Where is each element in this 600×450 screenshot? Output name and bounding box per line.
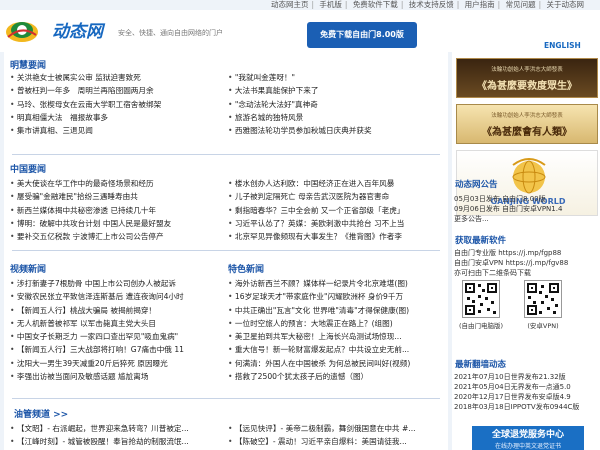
list-item[interactable]: 马玲、张楔母女在云南大学职工宿舍被绑架: [10, 98, 222, 111]
section-title-minghui: 明慧要闻: [10, 61, 47, 71]
bulletin-item[interactable]: 05月03日发布 自由门8.00版: [454, 194, 546, 204]
list-item[interactable]: 美卫星拍到共军大秘密！上海长兴岛测试场惊现...: [228, 330, 442, 343]
nav-home[interactable]: 动态网主页: [271, 0, 309, 9]
list-item[interactable]: 【江峰时刻】- 城管被殴醒！奉旨抢劫的制服流氓...: [10, 435, 222, 448]
china-list-left: 美大使谈在华工作中的最奇怪场景和经历 屡受骗"金融难民"拾纷三遇睡寿由共 新西兰…: [10, 177, 222, 243]
list-item[interactable]: 沈阳大一男生39天减重20斤后猝死 原因曝光: [10, 357, 222, 370]
list-item[interactable]: 【新闻五人行】桃战大骗局 被揭前揭穿！: [10, 304, 222, 317]
software-qr-hint: 亦可扫由下二维条码下载: [454, 269, 531, 277]
quit-party-service-banner[interactable]: 全球退党服务中心 在线办理中英文退党证书: [472, 426, 584, 450]
section-title-video: 视频新闻: [10, 265, 47, 275]
bulletin-item[interactable]: 09月06日发布 自由门安卓VPN1.4: [454, 204, 562, 214]
software-link-pro[interactable]: 自由门专业版 https://j.mp/fgp88: [454, 248, 561, 258]
nav-support[interactable]: 技术支持反馈: [409, 0, 454, 9]
list-item[interactable]: 西雅图法轮功学员参加秋城日庆典并获奖: [228, 124, 442, 137]
bulletin-title: 动态网公告: [455, 180, 498, 190]
list-item[interactable]: 北京罕见异像频现有大事发生？《推背图》作者李: [228, 230, 442, 243]
divider: [12, 398, 440, 399]
list-item[interactable]: 【新闻五人行】三大战部将打响！G7痛击中俄 11: [10, 343, 222, 356]
list-item[interactable]: 中共正确出"瓦言"文化 世界唯"清毒"才得保健康(图): [228, 304, 442, 317]
list-item[interactable]: 习近平认怂了？英媒：美欧刺激中共抢台 习不上当: [228, 217, 442, 230]
ganjing-globe-icon: [512, 158, 546, 194]
list-item[interactable]: 大法书果真能保护下来了: [228, 84, 442, 97]
youtube-list-right: 【远见快评】- 美帝二极制霸，舞剑俄国意在中共 #... 【陈破空】- 震动！习…: [228, 422, 442, 449]
list-item[interactable]: 屡受骗"金融难民"拾纷三遇睡寿由共: [10, 190, 222, 203]
list-item[interactable]: 无人机新普被祁军 以军击毙真主党大头目: [10, 317, 222, 330]
english-link[interactable]: ENGLISH: [544, 41, 581, 50]
youtube-channel-link[interactable]: 油管频道 >>: [14, 407, 68, 420]
list-item[interactable]: 安徽农民张立平致信泽连斯基后 遭连夜询问4小时: [10, 290, 222, 303]
list-item[interactable]: 涉打新妻子7根肋骨 中国上市公司创办人被起诉: [10, 277, 222, 290]
list-item[interactable]: 李强出访被当面问及敏感话题 尴尬离场: [10, 370, 222, 383]
feature-list: 海外访新西兰不顾？媒体样一纪录片令北京难堪(图) 16岁足球天才"带家庭作业"闪…: [228, 277, 442, 383]
list-item[interactable]: 【远见快评】- 美帝二极制霸，舞剑俄国意在中共 #...: [228, 422, 442, 435]
nav-faq[interactable]: 常见问题: [506, 0, 536, 9]
minghui-list-right: "我就叫金莲呀！" 大法书果真能保护下来了 "念动法轮大法好"真神奇 旅游名城的…: [228, 71, 442, 137]
video-list: 涉打新妻子7根肋骨 中国上市公司创办人被起诉 安徽农民张立平致信泽连斯基后 遭连…: [10, 277, 222, 383]
software-title: 获取最新软件: [455, 236, 507, 246]
latest-item[interactable]: 2020年12月17日世界发布安卓版4.9: [454, 392, 571, 402]
banner-title: 全球退党服务中心: [491, 430, 564, 440]
list-item[interactable]: "念动法轮大法好"真神奇: [228, 98, 442, 111]
list-item[interactable]: 16岁足球天才"带家庭作业"闪耀欧洲杯 身价9千万: [228, 290, 442, 303]
latest-item[interactable]: 2021年07月10日世界发布21.32版: [454, 372, 566, 382]
list-item[interactable]: 搭救了2500个犹太孩子后的遗憾（图）: [228, 370, 442, 383]
list-item[interactable]: 重大信号！新一轮财富爆发起点？中共设立史无前...: [228, 343, 442, 356]
nav-download[interactable]: 免费软件下载: [353, 0, 398, 9]
bulletin-more-link[interactable]: 更多公告...: [454, 214, 489, 224]
list-item[interactable]: 【文昭】- 右派崛起，世界迎来急转弯？川普被定...: [10, 422, 222, 435]
header: 动态网 安全、快捷、通向自由网络的门户 免费下载自由门8.00版 ENGLISH: [0, 10, 600, 52]
qr-code-android-icon[interactable]: [524, 280, 562, 318]
qr-code-pc-icon[interactable]: [462, 280, 500, 318]
nav-guide[interactable]: 用户指南: [465, 0, 495, 9]
section-title-feature: 特色新闻: [228, 265, 265, 275]
list-item[interactable]: 楼水创办人达利欧：中国经济正在进入百年风暴: [228, 177, 442, 190]
main-content: 明慧要闻 关洪艳女士被属实公审 监狱迫害致死 曾被枉判一年多 周明兰再陷囹圄两月…: [4, 52, 448, 450]
list-item[interactable]: 【陈破空】- 震动！习近平亲自爆料：美国请徒我...: [228, 435, 442, 448]
section-title-china: 中国要闻: [10, 165, 47, 175]
youtube-list-left: 【文昭】- 右派崛起，世界迎来急转弯？川普被定... 【江峰时刻】- 城管被殴醒…: [10, 422, 222, 449]
list-item[interactable]: 曾被枉判一年多 周明兰再陷囹圄两月余: [10, 84, 222, 97]
list-item[interactable]: 新西兰媒体揭中共秘密渗透 已持续几十年: [10, 204, 222, 217]
list-item[interactable]: 儿子被判定隔死亡 母亲告武汉医院为器官害命: [228, 190, 442, 203]
nav-about[interactable]: 关于动态网: [547, 0, 585, 9]
qr-caption-pc: (自由门电脑版): [458, 322, 504, 330]
site-slogan: 安全、快捷、通向自由网络的门户: [118, 29, 223, 37]
site-logo-icon[interactable]: [4, 19, 40, 43]
nav-mobile[interactable]: 手机版: [319, 0, 342, 9]
list-item[interactable]: 明真相僵大法 福报故事多: [10, 111, 222, 124]
list-item[interactable]: 旅游名城的独特风景: [228, 111, 442, 124]
software-link-vpn[interactable]: 自由门安卓VPN https://j.mp/fgv88: [454, 258, 568, 268]
divider: [12, 250, 440, 251]
ad-banner-2[interactable]: 法輪功創始人李洪志大師發表 《為甚麼會有人類》: [456, 104, 598, 144]
list-item[interactable]: 博明：破解中共攻台计划 中国人民是最好盟友: [10, 217, 222, 230]
latest-title: 最新翻墙动态: [455, 360, 507, 370]
china-list-right: 楼水创办人达利欧：中国经济正在进入百年风暴 儿子被判定隔死亡 母亲告武汉医院为器…: [228, 177, 442, 243]
list-item[interactable]: 一位时空旅人的预言：大地震正在路上？(组图): [228, 317, 442, 330]
ad-banner-1[interactable]: 法輪功創始人李洪志大師發表 《為甚麼要救度眾生》: [456, 58, 598, 98]
list-item[interactable]: 剩指暗春华？三中全会前 又一个正省部级「老虎」: [228, 204, 442, 217]
divider: [12, 154, 440, 155]
qr-caption-android: (安卓VPN): [527, 322, 559, 330]
latest-item[interactable]: 2018年03月18日IPPOTV发布0944C版: [454, 402, 579, 412]
list-item[interactable]: "我就叫金莲呀！": [228, 71, 442, 84]
minghui-list-left: 关洪艳女士被属实公审 监狱迫害致死 曾被枉判一年多 周明兰再陷囹圄两月余 马玲、…: [10, 71, 222, 137]
sidebar: 法輪功創始人李洪志大師發表 《為甚麼要救度眾生》 法輪功創始人李洪志大師發表 《…: [452, 52, 600, 450]
list-item[interactable]: 关洪艳女士被属实公审 监狱迫害致死: [10, 71, 222, 84]
top-nav: 动态网主页 | 手机版 | 免费软件下载 | 技术支持反馈 | 用户指南 | 常见问题 | …: [270, 0, 585, 9]
download-freegate-button[interactable]: 免费下载自由门8.00版: [307, 22, 417, 48]
list-item[interactable]: 何满清：外国人在中国被杀 为何总被民间叫好(视频): [228, 357, 442, 370]
list-item[interactable]: 中国女子长期乏力 一家四口查出罕见"吸血鬼病": [10, 330, 222, 343]
latest-item[interactable]: 2021年05月04日无界发布一点通5.0: [454, 382, 571, 392]
list-item[interactable]: 海外访新西兰不顾？媒体样一纪录片令北京难堪(图): [228, 277, 442, 290]
list-item[interactable]: 美大使谈在华工作中的最奇怪场景和经历: [10, 177, 222, 190]
site-name[interactable]: 动态网: [52, 22, 103, 42]
banner-subtitle: 在线办理中英文退党证书: [494, 443, 561, 450]
list-item[interactable]: 集市讲真相、三退见闻: [10, 124, 222, 137]
list-item[interactable]: 要补交五亿税款 宁波博汇上市公司公告停产: [10, 230, 222, 243]
